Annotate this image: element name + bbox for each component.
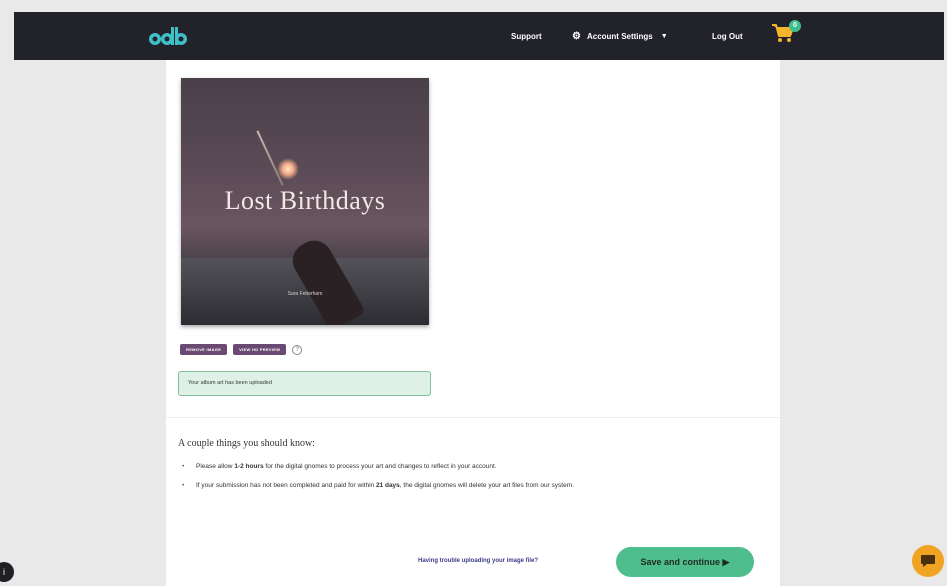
save-and-continue-button[interactable]: Save and continue ▶ (616, 547, 754, 577)
list-item: If your submission has not been complete… (180, 479, 740, 492)
remove-image-button[interactable]: REMOVE IMAGE (180, 344, 228, 355)
nav-account-settings[interactable]: ⚙ Account Settings ▼ (572, 12, 668, 60)
cover-artist: Sara Fetterham (287, 291, 323, 297)
info-item1-post: for the digital gnomes to process your a… (263, 463, 497, 470)
image-actions-row: REMOVE IMAGE VIEW HD PREVIEW ? (180, 344, 303, 355)
cart-count-badge: 0 (789, 20, 801, 32)
logo-icon (149, 27, 187, 45)
nav-support-label: Support (511, 31, 542, 41)
cover-title: Lost Birthdays (224, 186, 386, 215)
nav-logout-label: Log Out (712, 31, 743, 41)
nav-logout-link[interactable]: Log Out (712, 12, 743, 60)
chevron-down-icon: ▼ (660, 32, 668, 40)
section-divider (166, 417, 780, 418)
album-cover-image: Lost Birthdays Sara Fetterham (181, 78, 429, 325)
main-content-card: Lost Birthdays Sara Fetterham REMOVE IMA… (166, 60, 780, 586)
info-heading: A couple things you should know: (178, 438, 315, 449)
nav-support-link[interactable]: Support (511, 12, 542, 60)
help-icon[interactable]: ? (292, 344, 303, 355)
nav-account-settings-label: Account Settings (586, 31, 653, 41)
info-list: Please allow 1-2 hours for the digital g… (180, 460, 740, 498)
cover-spark (277, 158, 299, 180)
chat-widget-button[interactable] (912, 545, 944, 577)
view-hd-preview-button[interactable]: VIEW HD PREVIEW (233, 344, 287, 355)
upload-trouble-link[interactable]: Having trouble uploading your image file… (418, 558, 538, 564)
cart-button[interactable]: 0 (771, 20, 801, 48)
cdbaby-logo[interactable] (148, 22, 192, 50)
info-item2-post: , the digital gnomes will delete your ar… (399, 482, 574, 489)
gear-icon: ⚙ (572, 30, 581, 42)
cover-sparkler (256, 130, 284, 186)
upload-success-alert: Your album art has been uploaded (178, 371, 431, 396)
info-item1-pre: Please allow (196, 463, 235, 470)
info-item2-pre: If your submission has not been complete… (196, 482, 376, 489)
chat-icon (921, 555, 935, 567)
info-item2-bold: 21 days (375, 482, 400, 489)
top-navbar: Support ⚙ Account Settings ▼ Log Out 0 (14, 12, 944, 60)
list-item: Please allow 1-2 hours for the digital g… (180, 460, 740, 473)
info-item1-bold: 1-2 hours (234, 463, 264, 470)
